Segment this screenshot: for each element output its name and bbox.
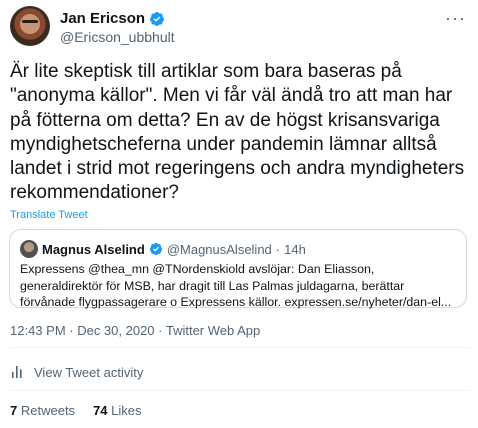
tweet-stats: 7 Retweets 74 Likes [10,403,142,418]
quoted-author-handle: @MagnusAlselind [166,241,272,257]
divider [10,390,470,391]
likes-label: Likes [111,403,142,418]
quoted-tweet-header: Magnus Alselind @MagnusAlselind · 14h [20,240,306,258]
verified-badge-icon [149,242,162,256]
tweet-timestamp[interactable]: 12:43 PM · Dec 30, 2020 · Twitter Web Ap… [10,323,260,338]
bar-chart-icon [12,366,22,378]
retweets-stat[interactable]: 7 Retweets [10,403,75,418]
retweets-count: 7 [10,403,18,418]
retweets-label: Retweets [20,403,76,418]
quoted-age: 14h [284,241,306,257]
likes-count: 74 [93,403,108,418]
translate-tweet-link[interactable]: Translate Tweet [10,209,88,221]
verified-badge-icon [150,11,165,26]
quoted-separator: · [275,241,281,257]
quoted-tweet[interactable]: Magnus Alselind @MagnusAlselind · 14h Ex… [9,229,467,309]
author-name[interactable]: Jan Ericson [60,10,145,27]
more-horizontal-icon[interactable]: ··· [445,8,466,29]
author-handle[interactable]: @Ericson_ubbhult [60,29,175,45]
view-tweet-activity-link[interactable]: View Tweet activity [10,364,143,380]
likes-stat[interactable]: 74 Likes [93,403,141,418]
author-name-row: Jan Ericson [60,10,165,27]
quoted-author-avatar [20,240,38,258]
quoted-author-name: Magnus Alselind [42,241,145,257]
author-avatar[interactable] [10,6,50,46]
tweet-text: Är lite skeptisk till artiklar som bara … [10,61,465,204]
quoted-tweet-text: Expressens @thea_mn @TNordenskiold avslö… [20,262,452,309]
tweet-header: Jan Ericson @Ericson_ubbhult ··· [10,6,470,48]
view-tweet-activity-label: View Tweet activity [34,364,144,380]
divider [10,347,470,348]
